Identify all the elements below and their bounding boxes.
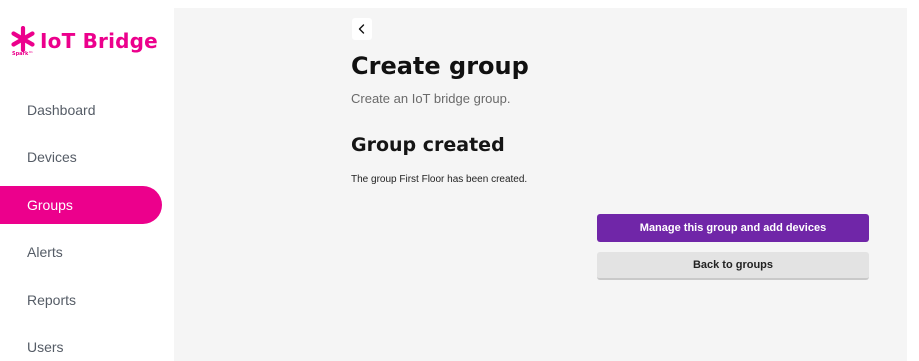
sidebar-item-label: Devices [27,149,77,166]
brand-logo[interactable]: Spark™ IoT Bridge [10,26,158,58]
sidebar-item-devices[interactable]: Devices [0,134,174,182]
sidebar-nav: Dashboard Devices Groups Alerts Reports … [0,86,174,361]
chevron-left-icon [358,24,365,34]
sidebar-item-label: Dashboard [27,101,96,118]
sidebar-item-reports[interactable]: Reports [0,276,174,324]
back-to-groups-button[interactable]: Back to groups [597,252,869,280]
page-title: Create group [351,52,529,80]
sidebar-item-label: Alerts [27,244,63,261]
manage-group-button[interactable]: Manage this group and add devices [597,214,869,242]
confirmation-message: The group First Floor has been created. [351,174,528,185]
sidebar-item-dashboard[interactable]: Dashboard [0,86,174,134]
sidebar-item-alerts[interactable]: Alerts [0,229,174,277]
sidebar-item-users[interactable]: Users [0,324,174,361]
sidebar: Spark™ IoT Bridge Dashboard Devices Grou… [0,0,174,361]
brand-title: IoT Bridge [40,29,158,53]
spark-star-icon: Spark™ [10,26,36,58]
page-subtitle: Create an IoT bridge group. [351,91,511,106]
sidebar-item-groups[interactable]: Groups [0,186,162,224]
back-button[interactable] [352,18,372,40]
main-content: Create group Create an IoT bridge group.… [174,0,907,361]
app-window: Spark™ IoT Bridge Dashboard Devices Grou… [0,0,919,361]
sidebar-item-label: Users [27,339,64,356]
sidebar-item-label: Groups [27,197,73,213]
sidebar-item-label: Reports [27,291,77,308]
section-title: Group created [351,134,505,156]
brand-sub-label: Spark™ [12,51,34,57]
